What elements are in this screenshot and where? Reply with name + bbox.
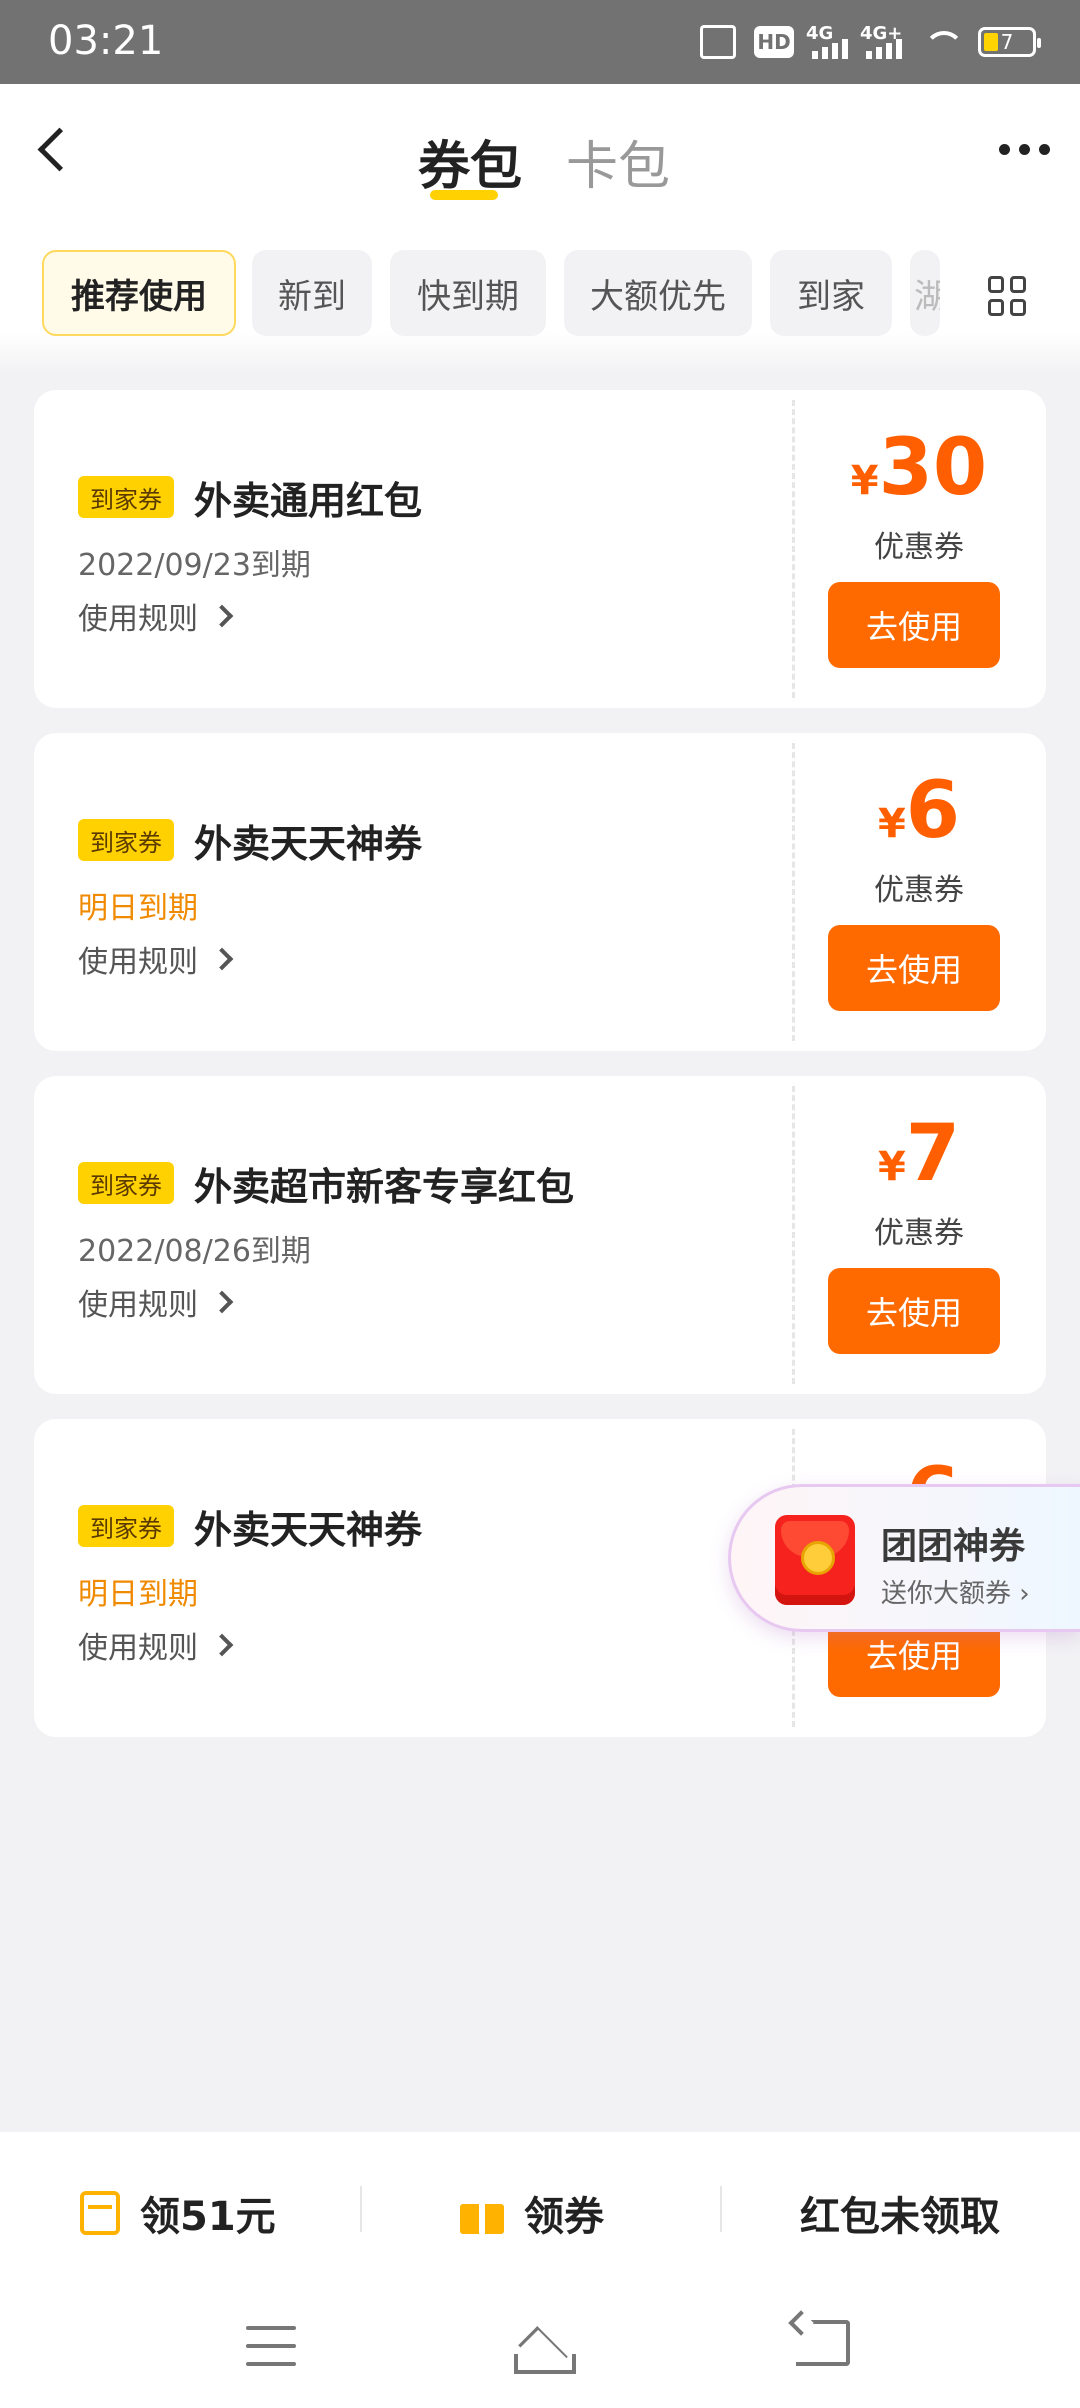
back-arrow-icon[interactable] (26, 120, 86, 180)
currency-symbol: ¥ (877, 801, 906, 847)
header: 券包 卡包 (0, 84, 1080, 234)
coupon-price: ¥30 (792, 428, 1046, 508)
separator (720, 2186, 722, 2232)
coupon-price: ¥7 (792, 1114, 1046, 1194)
signal-4g-plus-icon: 4G+ (860, 23, 902, 59)
vibrate-icon (700, 22, 736, 62)
tab-cards[interactable]: 卡包 (566, 124, 670, 199)
hd-icon: HD (754, 26, 794, 58)
coupon-expiry: 明日到期 (78, 1577, 198, 1612)
coupon-title: 外卖通用红包 (194, 479, 423, 523)
filter-chip-recommended[interactable]: 推荐使用 (42, 250, 236, 336)
coupon-type: 优惠券 (874, 1216, 964, 1251)
floating-promo-banner[interactable]: 团团神券 送你大额券 › (728, 1484, 1080, 1632)
signal-4g-icon: 4G (806, 23, 848, 59)
gift-icon (460, 2192, 504, 2234)
wallet-icon (80, 2191, 120, 2235)
claim-cash-label: 领51元 (140, 2194, 276, 2240)
tab-coupons[interactable]: 券包 (418, 124, 522, 199)
chevron-right-icon (210, 1290, 234, 1314)
system-nav-bar (0, 2284, 1080, 2408)
claim-coupons-button[interactable]: 领券 (460, 2184, 604, 2242)
tab-active-indicator (430, 190, 498, 200)
red-envelope-icon (775, 1515, 855, 1605)
coupon-expiry: 2022/08/26到期 (78, 1234, 311, 1269)
coupon-tag: 到家券 (78, 476, 174, 518)
use-coupon-button[interactable]: 去使用 (828, 1268, 1000, 1354)
use-coupon-button[interactable]: 去使用 (828, 925, 1000, 1011)
coupon-rules-link[interactable]: 使用规则 (78, 594, 234, 638)
chevron-right-icon (210, 1633, 234, 1657)
coupon-card[interactable]: 到家券 外卖超市新客专享红包 2022/08/26到期 使用规则 ¥7 优惠券 … (34, 1076, 1046, 1394)
back-icon[interactable] (796, 2320, 850, 2366)
coupon-rules-label: 使用规则 (78, 1288, 198, 1323)
coupon-amount: 30 (878, 423, 988, 513)
separator (360, 2186, 362, 2232)
bottom-action-bar: 领51元 领券 红包未领取 (0, 2132, 1080, 2284)
filter-chip-delivery[interactable]: 到家 (770, 250, 892, 336)
coupon-rules-label: 使用规则 (78, 1631, 198, 1666)
coupon-type: 优惠券 (874, 873, 964, 908)
currency-symbol: ¥ (850, 458, 879, 504)
promo-subtitle: 送你大额券 › (881, 1579, 1030, 1609)
chevron-right-icon (210, 947, 234, 971)
coupon-card[interactable]: 到家券 外卖天天神券 明日到期 使用规则 ¥6 优惠券 去使用 (34, 733, 1046, 1051)
coupon-type: 优惠券 (874, 530, 964, 565)
filter-chip-large-first[interactable]: 大额优先 (564, 250, 752, 336)
status-time: 03:21 (48, 18, 164, 64)
coupon-amount: 7 (905, 1109, 961, 1199)
menu-icon[interactable] (246, 2326, 296, 2366)
claim-coupons-label: 领券 (524, 2194, 604, 2240)
claim-cash-button[interactable]: 领51元 (80, 2184, 276, 2242)
coupon-rules-label: 使用规则 (78, 945, 198, 980)
coupon-card[interactable]: 到家券 外卖通用红包 2022/09/23到期 使用规则 ¥30 优惠券 去使用 (34, 390, 1046, 708)
use-coupon-button[interactable]: 去使用 (828, 582, 1000, 668)
coupon-expiry: 2022/09/23到期 (78, 548, 311, 583)
currency-symbol: ¥ (877, 1144, 906, 1190)
chevron-right-icon (210, 604, 234, 628)
coupon-rules-link[interactable]: 使用规则 (78, 1623, 234, 1667)
coupon-price: ¥6 (792, 771, 1046, 851)
filter-bar: 推荐使用 新到 快到期 大额优先 到家 湖 (0, 234, 1080, 374)
coupon-rules-link[interactable]: 使用规则 (78, 1280, 234, 1324)
unclaimed-red-packet-label: 红包未领取 (800, 2194, 1000, 2240)
filter-chip-partial[interactable]: 湖 (910, 250, 940, 336)
coupon-tag: 到家券 (78, 819, 174, 861)
status-bar: 03:21 HD 4G 4G+ 7 (0, 0, 1080, 84)
coupon-title: 外卖天天神券 (194, 822, 423, 866)
coupon-tag: 到家券 (78, 1162, 174, 1204)
grid-view-icon[interactable] (988, 276, 1028, 316)
coupon-tag: 到家券 (78, 1505, 174, 1547)
filter-chip-new[interactable]: 新到 (252, 250, 372, 336)
promo-title: 团团神券 (881, 1526, 1026, 1567)
wifi-icon (920, 27, 964, 57)
battery-icon: 7 (978, 27, 1041, 57)
coupon-rules-label: 使用规则 (78, 602, 198, 637)
coupon-rules-link[interactable]: 使用规则 (78, 937, 234, 981)
coupon-title: 外卖天天神券 (194, 1508, 423, 1552)
more-options-icon[interactable] (999, 144, 1050, 155)
unclaimed-red-packet-button[interactable]: 红包未领取 (800, 2184, 1000, 2242)
filter-chip-expiring[interactable]: 快到期 (390, 250, 546, 336)
coupon-title: 外卖超市新客专享红包 (194, 1165, 575, 1209)
home-icon[interactable] (506, 2314, 576, 2374)
status-icons: HD 4G 4G+ 7 (700, 22, 1041, 62)
coupon-expiry: 明日到期 (78, 891, 198, 926)
coupon-amount: 6 (905, 766, 961, 856)
